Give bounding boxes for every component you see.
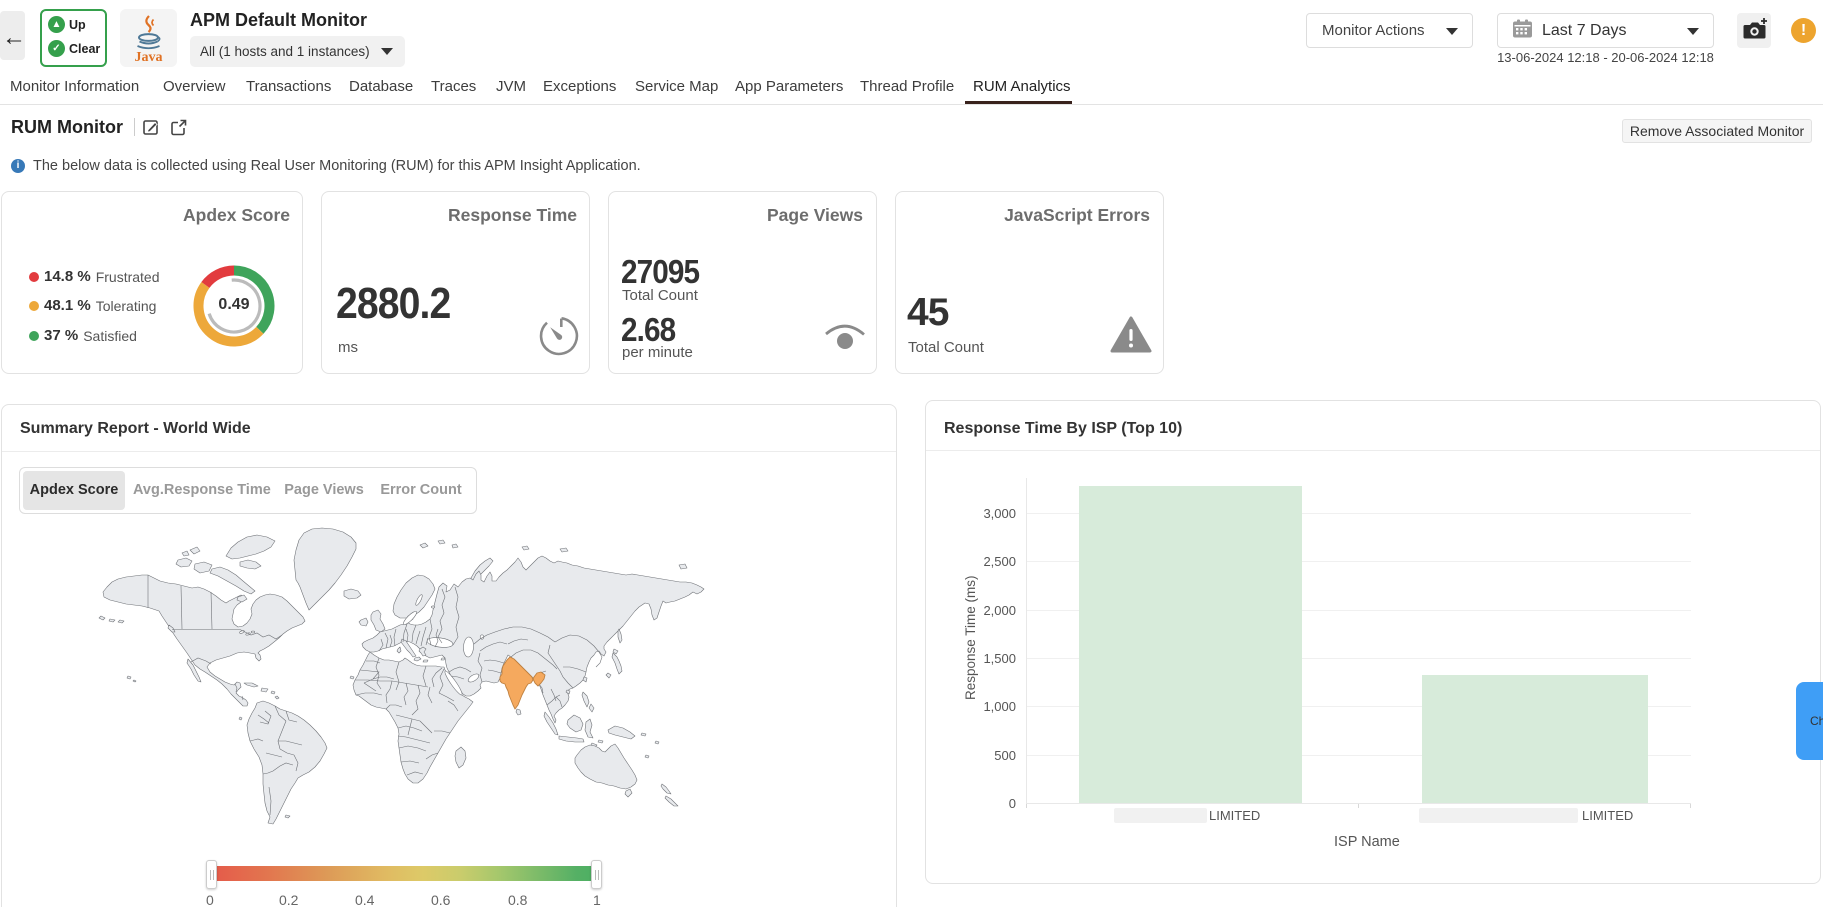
svg-text:Java: Java (135, 50, 163, 65)
